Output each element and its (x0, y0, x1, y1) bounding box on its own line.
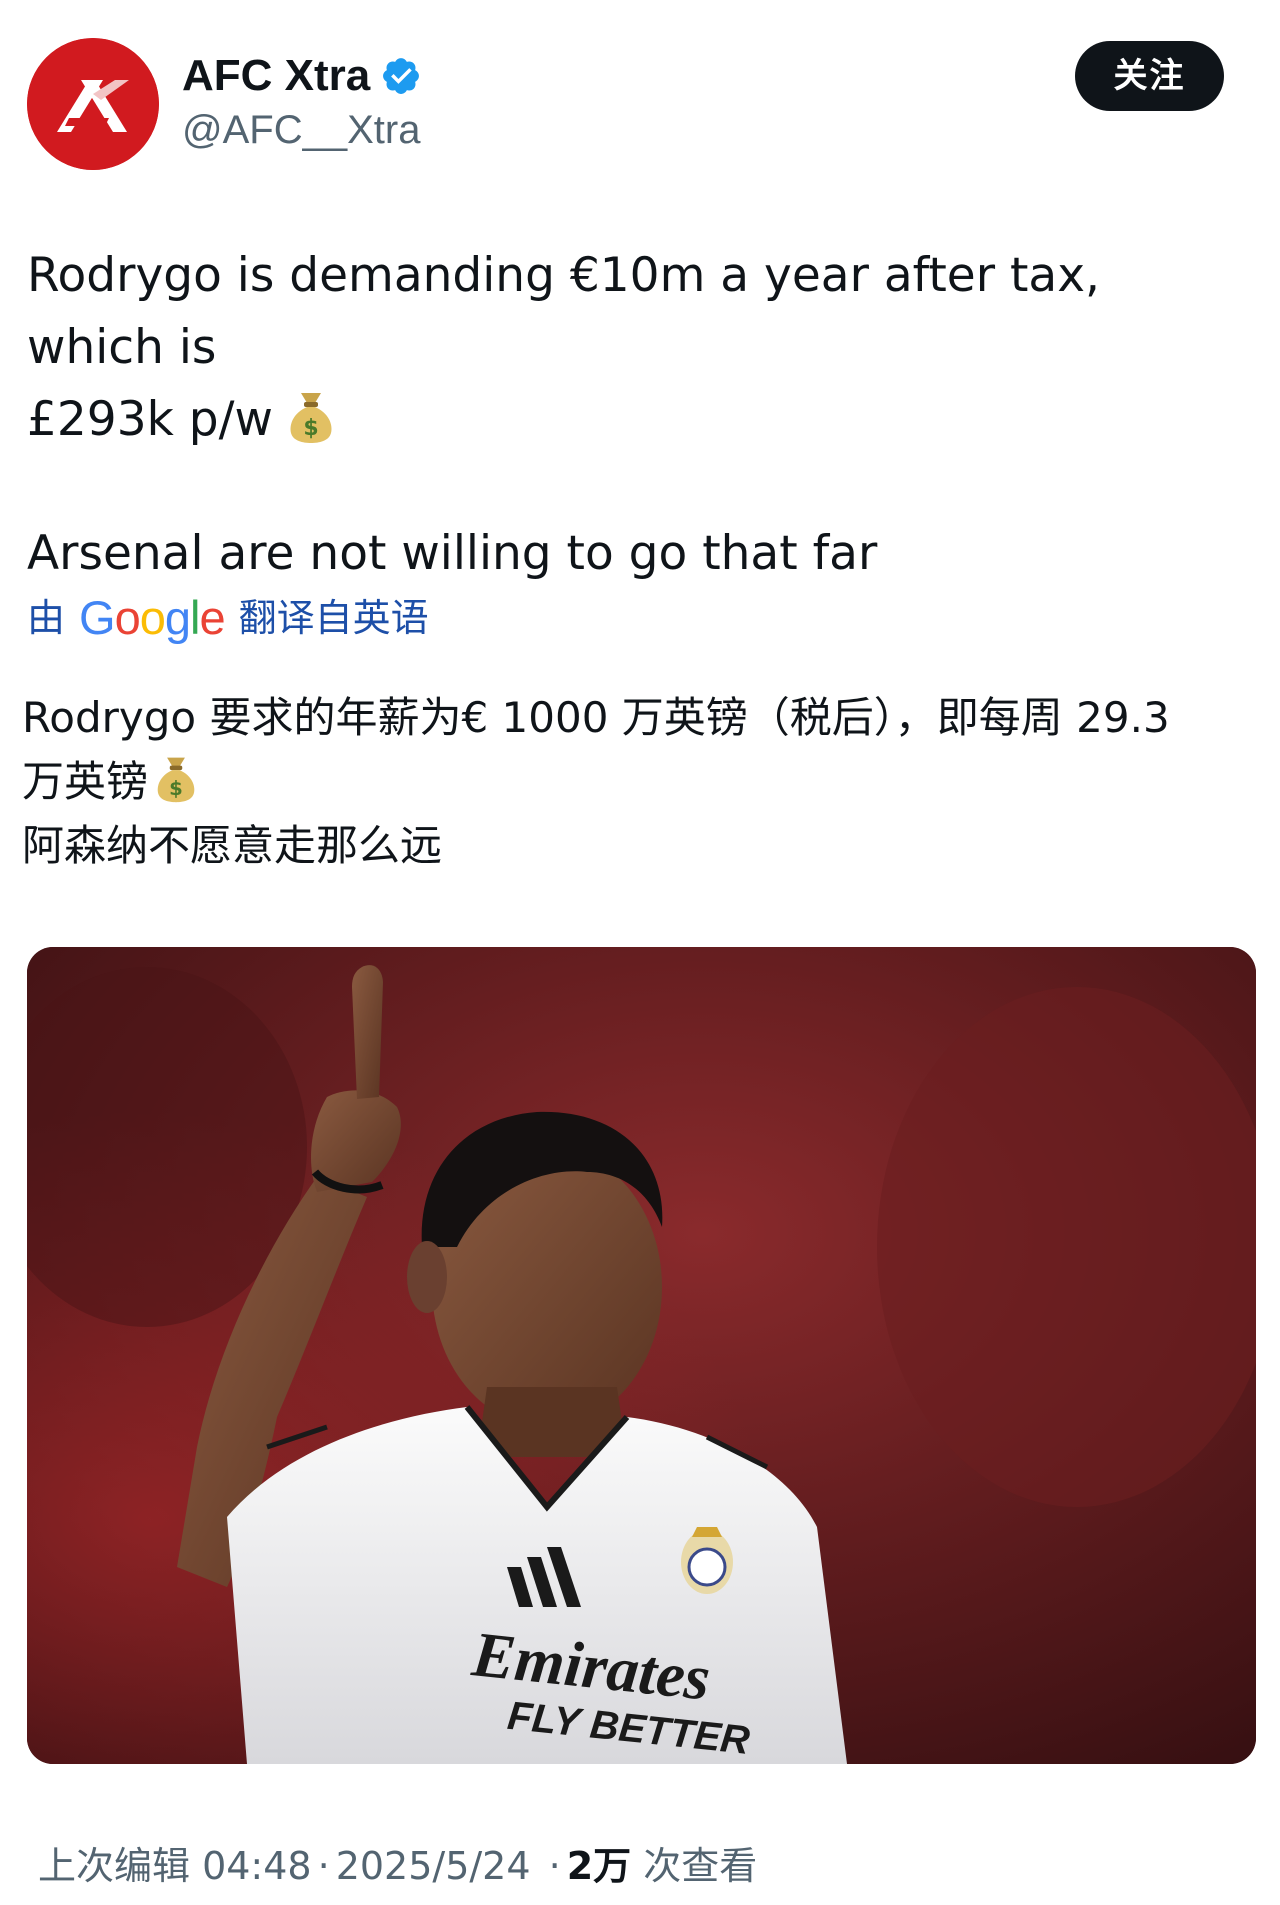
afc-xtra-logo-icon (27, 38, 159, 170)
translation-notice[interactable]: 由 Google 翻译自英语 (27, 590, 429, 646)
money-bag-icon: $ (154, 754, 198, 804)
translated-line-1: Rodrygo 要求的年薪为€ 1000 万英镑（税后），即每周 29.3 (22, 693, 1170, 742)
meta-separator: · (317, 1844, 330, 1888)
verified-badge-icon (380, 55, 422, 97)
svg-text:$: $ (303, 416, 318, 441)
views-count: 2万 (566, 1844, 632, 1888)
translated-text: Rodrygo 要求的年薪为€ 1000 万英镑（税后），即每周 29.3 万英… (22, 686, 1252, 878)
tweet-line-3: Arsenal are not willing to go that far (27, 526, 878, 581)
tweet-text-line: Arsenal are not willing to go that far (27, 518, 1247, 590)
post-date[interactable]: 2025/5/24 (336, 1844, 531, 1888)
tweet-media[interactable]: Emirates FLY BETTER (27, 947, 1256, 1764)
tweet-text: Rodrygo is demanding €10m a year after t… (27, 240, 1247, 590)
author-avatar[interactable] (27, 38, 159, 170)
svg-text:$: $ (169, 777, 183, 800)
translated-line: 万英镑 $ (22, 750, 1252, 814)
author-name-row: AFC Xtra (182, 48, 422, 104)
translated-line-2: 万英镑 (22, 757, 149, 806)
follow-button[interactable]: 关注 (1075, 41, 1224, 111)
player-photo-image: Emirates FLY BETTER (27, 947, 1256, 1764)
author-display-name[interactable]: AFC Xtra (182, 48, 370, 104)
translation-prefix: 由 (27, 596, 66, 640)
money-bag-icon: $ (287, 389, 335, 445)
meta-separator: · (548, 1844, 561, 1888)
google-logo: Google (79, 591, 226, 644)
translated-line-3: 阿森纳不愿意走那么远 (22, 821, 443, 870)
edited-timestamp[interactable]: 上次编辑 04:48 (38, 1844, 312, 1888)
tweet-meta: 上次编辑 04:48 · 2025/5/24 · 2万 次查看 (38, 1838, 757, 1894)
translated-line: 阿森纳不愿意走那么远 (22, 814, 1252, 878)
tweet-text-line: Rodrygo is demanding €10m a year after t… (27, 240, 1247, 384)
translated-line: Rodrygo 要求的年薪为€ 1000 万英镑（税后），即每周 29.3 (22, 686, 1252, 750)
tweet-line-2: £293k p/w (27, 392, 273, 447)
views-label: 次查看 (643, 1844, 758, 1888)
translation-suffix: 翻译自英语 (238, 596, 429, 640)
tweet-card: AFC Xtra @AFC__Xtra 关注 Rodrygo is demand… (0, 0, 1280, 1905)
tweet-text-line: £293k p/w $ (27, 384, 1247, 456)
author-handle[interactable]: @AFC__Xtra (182, 104, 420, 156)
tweet-line-1: Rodrygo is demanding €10m a year after t… (27, 248, 1100, 375)
